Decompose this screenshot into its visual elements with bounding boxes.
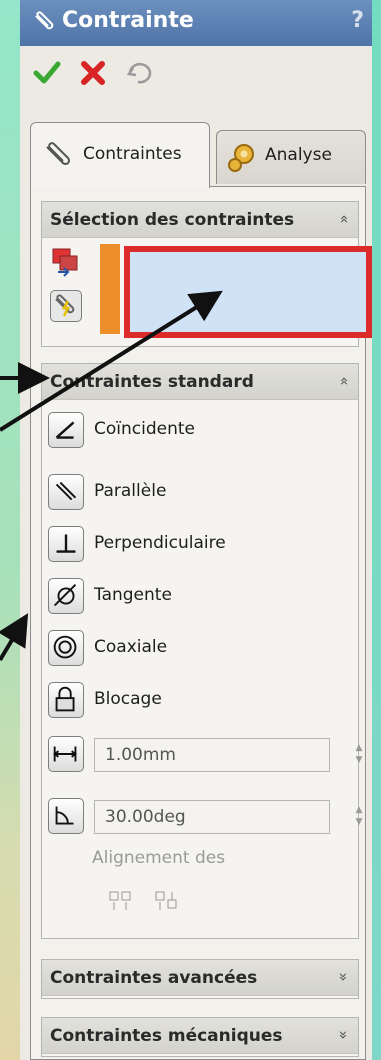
- selection-group: Sélection des contraintes »: [41, 201, 372, 347]
- tab-label: Analyse: [265, 145, 332, 165]
- angle-spinner[interactable]: ▲ ▼: [352, 804, 366, 832]
- select-components-icon[interactable]: [50, 246, 82, 278]
- paperclip-icon: [46, 142, 71, 166]
- property-manager-panel: Contrainte ? Contraintes Analyse Sélecti…: [20, 0, 372, 1060]
- angle-icon[interactable]: [48, 798, 84, 834]
- constraint-label: Coïncidente: [94, 419, 195, 439]
- action-bar: [20, 46, 372, 102]
- undo-icon[interactable]: [124, 58, 154, 88]
- alignment-label: Alignement des: [92, 848, 226, 868]
- paperclip-icon: [35, 11, 54, 30]
- constraint-label: Coaxiale: [94, 637, 168, 657]
- background-right: [372, 0, 381, 1060]
- coaxial-icon[interactable]: [48, 630, 84, 666]
- selection-group-header[interactable]: Sélection des contraintes »: [42, 202, 358, 238]
- coincident-icon[interactable]: [48, 412, 84, 448]
- group-title: Contraintes mécaniques: [50, 1026, 283, 1046]
- advanced-group-header[interactable]: Contraintes avancées »: [42, 960, 358, 996]
- selection-color-bar: [100, 244, 120, 334]
- standard-group-header[interactable]: Contraintes standard »: [42, 364, 358, 400]
- align-aligned-icon[interactable]: [108, 890, 134, 912]
- constraint-label: Parallèle: [94, 481, 167, 501]
- perpendicular-icon[interactable]: [48, 526, 84, 562]
- group-title: Sélection des contraintes: [50, 210, 295, 230]
- collapse-chevron-icon[interactable]: »: [334, 376, 352, 385]
- tab-contraintes[interactable]: Contraintes: [30, 122, 210, 188]
- tab-content: Sélection des contraintes » Contraintes …: [30, 186, 372, 1060]
- tab-analyse[interactable]: Analyse: [216, 130, 366, 184]
- tab-label: Contraintes: [83, 144, 182, 164]
- tangent-icon[interactable]: [48, 578, 84, 614]
- background-left: [0, 0, 20, 1060]
- distance-icon[interactable]: [48, 736, 84, 772]
- mechanical-group-header[interactable]: Contraintes mécaniques »: [42, 1018, 358, 1054]
- group-title: Contraintes standard: [50, 372, 254, 392]
- mate-pin-button[interactable]: [50, 290, 82, 322]
- lock-icon[interactable]: [48, 682, 84, 718]
- panel-title: Contrainte: [62, 8, 194, 33]
- cancel-x-icon[interactable]: [78, 58, 108, 88]
- mechanical-group: Contraintes mécaniques »: [41, 1017, 359, 1057]
- distance-spinner[interactable]: ▲ ▼: [352, 742, 366, 770]
- advanced-group: Contraintes avancées »: [41, 959, 359, 999]
- angle-input[interactable]: 30.00deg: [94, 800, 330, 834]
- constraint-label: Perpendiculaire: [94, 533, 226, 553]
- paperclip-lightning-icon: [55, 294, 75, 317]
- constraint-label: Blocage: [94, 689, 162, 709]
- expand-chevron-icon[interactable]: »: [334, 1030, 352, 1039]
- ok-checkmark-icon[interactable]: [32, 58, 62, 88]
- expand-chevron-icon[interactable]: »: [334, 972, 352, 981]
- tab-strip: Contraintes Analyse: [30, 122, 370, 188]
- selection-list-box[interactable]: [124, 246, 372, 338]
- title-bar: Contrainte ?: [20, 0, 372, 46]
- group-title: Contraintes avancées: [50, 968, 258, 988]
- help-button[interactable]: ?: [351, 8, 364, 33]
- collapse-chevron-icon[interactable]: »: [334, 214, 352, 223]
- parallel-icon[interactable]: [48, 474, 84, 510]
- gear-analysis-icon: [228, 144, 254, 172]
- align-anti-aligned-icon[interactable]: [154, 890, 180, 912]
- distance-input[interactable]: 1.00mm: [94, 738, 330, 772]
- constraint-label: Tangente: [94, 585, 172, 605]
- standard-group: Contraintes standard » Coïncidente Paral…: [41, 363, 362, 939]
